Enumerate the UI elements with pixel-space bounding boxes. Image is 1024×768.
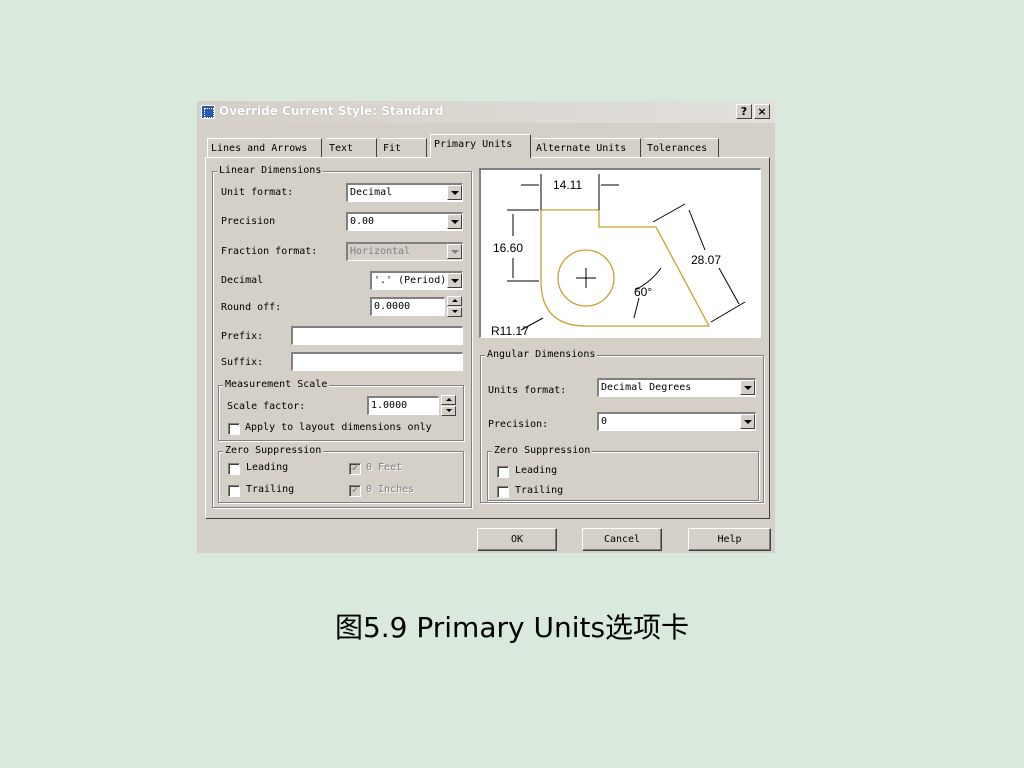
dim-top-label: 14.11 bbox=[553, 178, 582, 192]
angle-label: 60° bbox=[634, 285, 652, 299]
close-button[interactable]: × bbox=[754, 104, 770, 119]
round-off-label: Round off: bbox=[221, 302, 282, 313]
zero-suppression-linear-group: Zero Suppression Leading 0 Feet Trailing… bbox=[218, 445, 464, 503]
units-format-select[interactable]: Decimal Degrees bbox=[597, 378, 756, 397]
apply-layout-checkbox[interactable] bbox=[228, 423, 240, 435]
apply-layout-label: Apply to layout dimensions only bbox=[245, 422, 432, 433]
scale-factor-label: Scale factor: bbox=[227, 401, 306, 412]
tab-primary-units[interactable]: Primary Units bbox=[430, 134, 531, 158]
angular-dimensions-title: Angular Dimensions bbox=[485, 349, 598, 361]
fraction-format-label: Fraction format: bbox=[221, 246, 318, 257]
units-format-label: Units format: bbox=[488, 385, 567, 396]
fraction-format-select: Horizontal bbox=[346, 242, 463, 261]
spin-down-icon[interactable] bbox=[447, 307, 462, 317]
preview-dimension-lines bbox=[507, 174, 746, 331]
leading-label: Leading bbox=[246, 462, 289, 473]
feet-checkbox bbox=[349, 461, 361, 475]
chevron-down-icon[interactable] bbox=[740, 380, 755, 395]
decimal-separator-label: Decimal bbox=[221, 275, 264, 286]
scale-factor-spinner[interactable] bbox=[441, 395, 456, 416]
angular-leading-checkbox[interactable] bbox=[497, 466, 509, 478]
prefix-label: Prefix: bbox=[221, 331, 264, 342]
tab-tolerances[interactable]: Tolerances bbox=[644, 138, 719, 158]
dim-left-label: 16.60 bbox=[493, 241, 523, 255]
leading-checkbox[interactable] bbox=[228, 463, 240, 475]
angular-dimensions-group: Angular Dimensions Units format: Decimal… bbox=[480, 349, 764, 503]
unit-format-select[interactable]: Decimal bbox=[346, 183, 463, 202]
trailing-label: Trailing bbox=[246, 484, 295, 495]
zero-suppression-angular-group: Zero Suppression Leading Trailing bbox=[487, 445, 759, 501]
app-icon bbox=[201, 105, 215, 119]
angular-trailing-checkbox[interactable] bbox=[497, 486, 509, 498]
window-title: Override Current Style: Standard bbox=[219, 104, 444, 118]
chevron-down-icon[interactable] bbox=[447, 214, 462, 229]
tab-alternate-units[interactable]: Alternate Units bbox=[533, 138, 641, 158]
figure-caption: 图5.9 Primary Units选项卡 bbox=[334, 611, 690, 644]
precision-select[interactable]: 0.00 bbox=[346, 212, 463, 231]
suffix-input[interactable] bbox=[291, 352, 463, 371]
feet-label: 0 Feet bbox=[366, 462, 403, 473]
dialog-window: Override Current Style: Standard ? × Lin… bbox=[197, 101, 775, 553]
spin-up-icon[interactable] bbox=[447, 296, 462, 306]
decimal-separator-select[interactable]: '.' (Period) bbox=[370, 271, 463, 290]
precision-label: Precision bbox=[221, 216, 276, 227]
dim-right-label: 28.07 bbox=[691, 253, 721, 267]
linear-dimensions-title: Linear Dimensions bbox=[217, 165, 324, 177]
zero-suppression-angular-title: Zero Suppression bbox=[492, 445, 593, 457]
help-button[interactable]: Help bbox=[688, 528, 771, 551]
angular-trailing-label: Trailing bbox=[515, 485, 564, 496]
preview-drawing: 14.11 16.60 28.07 60° R11.17 bbox=[491, 174, 746, 338]
round-off-spinner[interactable] bbox=[447, 296, 462, 317]
chevron-down-icon[interactable] bbox=[447, 185, 462, 200]
unit-format-label: Unit format: bbox=[221, 187, 294, 198]
help-title-button[interactable]: ? bbox=[736, 104, 752, 119]
inches-label: 0 Inches bbox=[366, 484, 415, 495]
trailing-checkbox[interactable] bbox=[228, 485, 240, 497]
suffix-label: Suffix: bbox=[221, 357, 264, 368]
preview-image: 14.11 16.60 28.07 60° R11.17 bbox=[479, 168, 761, 338]
linear-dimensions-group: Linear Dimensions Unit format: Decimal P… bbox=[212, 165, 472, 508]
chevron-down-icon[interactable] bbox=[447, 273, 462, 288]
tab-lines-and-arrows[interactable]: Lines and Arrows bbox=[207, 138, 322, 158]
spin-down-icon[interactable] bbox=[441, 406, 456, 416]
scale-factor-input[interactable]: 1.0000 bbox=[367, 396, 439, 415]
zero-suppression-linear-title: Zero Suppression bbox=[223, 445, 324, 457]
prefix-input[interactable] bbox=[291, 326, 463, 345]
spin-up-icon[interactable] bbox=[441, 395, 456, 405]
title-bar[interactable]: Override Current Style: Standard ? × bbox=[197, 101, 775, 123]
inches-checkbox bbox=[349, 483, 361, 497]
measurement-scale-title: Measurement Scale bbox=[223, 379, 330, 391]
preview-shape bbox=[540, 209, 711, 327]
chevron-down-icon bbox=[447, 244, 462, 259]
cancel-button[interactable]: Cancel bbox=[582, 528, 662, 551]
chevron-down-icon[interactable] bbox=[740, 414, 755, 429]
tab-text[interactable]: Text bbox=[326, 138, 377, 158]
angular-precision-select[interactable]: 0 bbox=[597, 412, 756, 431]
angular-precision-label: Precision: bbox=[488, 419, 549, 430]
measurement-scale-group: Measurement Scale Scale factor: 1.0000 A… bbox=[218, 379, 464, 441]
angular-leading-label: Leading bbox=[515, 465, 558, 476]
round-off-input[interactable]: 0.0000 bbox=[370, 297, 445, 316]
radius-label: R11.17 bbox=[491, 324, 529, 337]
tab-fit[interactable]: Fit bbox=[380, 138, 427, 158]
ok-button[interactable]: OK bbox=[477, 528, 557, 551]
